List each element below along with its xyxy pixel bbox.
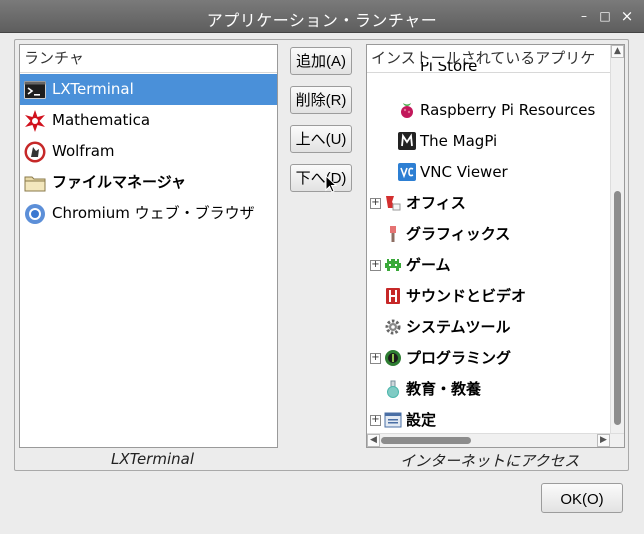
horizontal-scroll-thumb[interactable]	[381, 437, 471, 444]
folder-icon	[24, 176, 46, 192]
launcher-item-file-manager[interactable]: ファイルマネージャ	[20, 167, 277, 198]
remove-button[interactable]: 削除(R)	[290, 86, 352, 114]
expand-toggle[interactable]: +	[370, 260, 381, 271]
title-bar: アプリケーション・ランチャー – □ ×	[0, 0, 644, 33]
settings-icon	[384, 412, 402, 428]
launcher-item-label: Wolfram	[52, 142, 115, 160]
tree-item-label: Pi Store	[420, 62, 478, 75]
graphics-icon	[390, 226, 396, 242]
expand-toggle[interactable]: +	[370, 415, 381, 426]
installed-selection-caption: インターネットにアクセス	[400, 452, 580, 470]
office-icon	[386, 196, 401, 211]
tree-item-label: 教育・教養	[406, 380, 482, 398]
raspberry-icon	[401, 103, 413, 118]
launcher-list[interactable]: ランチャ LXTerminal Mathematica Wolfram ファイル…	[19, 44, 278, 448]
tree-item-vnc-viewer[interactable]: VNC Viewer	[367, 157, 624, 188]
scroll-right-arrow-icon[interactable]: ▶	[597, 434, 610, 447]
gear-icon	[385, 319, 401, 335]
move-up-button[interactable]: 上へ(U)	[290, 125, 352, 153]
mouse-cursor-icon	[325, 175, 337, 193]
tree-item-label: プログラミング	[406, 349, 512, 367]
tree-item-raspberry-pi-resources[interactable]: Raspberry Pi Resources	[367, 95, 624, 126]
tree-item-label: ゲーム	[406, 256, 451, 274]
tree-item-system-tools[interactable]: システムツール	[367, 312, 624, 343]
vertical-scroll-thumb[interactable]	[614, 191, 621, 425]
launcher-item-wolfram[interactable]: Wolfram	[20, 136, 277, 167]
installed-apps-tree[interactable]: インストールされているアプリケ Pi Store Raspberry Pi Re…	[366, 44, 625, 448]
tree-item-label: 設定	[406, 411, 437, 429]
vnc-icon	[398, 163, 416, 181]
chromium-icon	[25, 204, 45, 224]
tree-item-settings[interactable]: + 設定	[367, 405, 624, 436]
minimize-button[interactable]: –	[577, 9, 591, 23]
tree-item-programming[interactable]: + プログラミング	[367, 343, 624, 374]
launcher-item-label: Chromium ウェブ・ブラウザ	[52, 204, 255, 222]
tree-item-education[interactable]: 教育・教養	[367, 374, 624, 405]
terminal-icon	[24, 81, 46, 99]
tree-item-the-magpi[interactable]: The MagPi	[367, 126, 624, 157]
launcher-item-label: Mathematica	[52, 111, 151, 129]
scroll-left-arrow-icon[interactable]: ◀	[367, 434, 380, 447]
magpi-icon	[398, 132, 416, 150]
tree-item-sound-video[interactable]: サウンドとビデオ	[367, 281, 624, 312]
launcher-selection-caption: LXTerminal	[111, 450, 194, 468]
launcher-list-header: ランチャ	[20, 45, 277, 73]
tree-item-label: サウンドとビデオ	[406, 287, 527, 305]
launcher-item-label: LXTerminal	[52, 80, 134, 98]
wolfram-icon	[24, 141, 46, 163]
tree-item-label: グラフィックス	[406, 225, 511, 243]
launcher-item-mathematica[interactable]: Mathematica	[20, 105, 277, 136]
tree-item-office[interactable]: + オフィス	[367, 188, 624, 219]
add-button[interactable]: 追加(A)	[290, 47, 352, 75]
maximize-button[interactable]: □	[598, 9, 612, 23]
tree-item-label: The MagPi	[420, 132, 498, 150]
tree-item-pi-store[interactable]: Pi Store	[367, 62, 624, 84]
move-down-button[interactable]: 下へ(D)	[290, 164, 352, 192]
education-icon	[387, 380, 399, 398]
expand-toggle[interactable]: +	[370, 198, 381, 209]
tree-item-label: Raspberry Pi Resources	[420, 101, 596, 119]
tree-item-label: オフィス	[406, 194, 466, 212]
launcher-item-chromium[interactable]: Chromium ウェブ・ブラウザ	[20, 198, 277, 229]
mathematica-icon	[25, 110, 45, 132]
tree-item-label: システムツール	[406, 318, 511, 336]
launcher-item-label: ファイルマネージャ	[52, 173, 186, 191]
ok-button[interactable]: OK(O)	[541, 483, 623, 513]
expand-toggle[interactable]: +	[370, 353, 381, 364]
horizontal-scrollbar[interactable]: ◀ ▶	[367, 433, 624, 447]
tree-item-games[interactable]: + ゲーム	[367, 250, 624, 281]
tree-item-label: VNC Viewer	[420, 163, 508, 181]
close-button[interactable]: ×	[620, 9, 634, 24]
scroll-up-arrow-icon[interactable]: ▲	[611, 45, 624, 58]
sound-video-icon	[386, 288, 400, 304]
game-icon	[385, 259, 401, 271]
launcher-item-lxterminal[interactable]: LXTerminal	[20, 74, 277, 105]
vertical-scrollbar[interactable]: ▲	[610, 45, 624, 434]
tree-item-graphics[interactable]: グラフィックス	[367, 219, 624, 250]
window-title: アプリケーション・ランチャー	[206, 11, 438, 30]
programming-icon	[385, 350, 401, 366]
